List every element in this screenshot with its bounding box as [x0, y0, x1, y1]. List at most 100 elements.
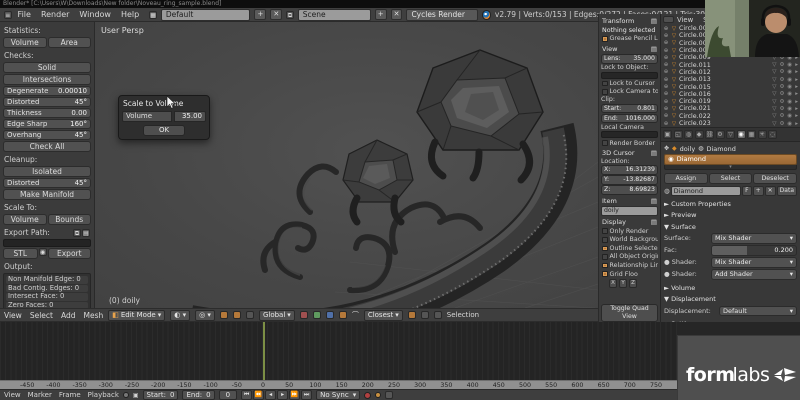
mode-selector[interactable]: ◧Edit Mode▾	[108, 310, 165, 321]
outliner-item[interactable]: ⊕▽Circle.021▽⚙◉▸	[663, 105, 798, 112]
clip-start-value[interactable]: 0.801	[637, 105, 655, 113]
visibility-icon[interactable]: ◉	[787, 106, 792, 112]
export-button[interactable]: Export	[48, 248, 91, 259]
new-material-button[interactable]: +	[753, 186, 764, 196]
grid-axis-x[interactable]: X	[609, 279, 617, 288]
select-icon[interactable]: ▸	[795, 84, 798, 90]
check-setting-distorted[interactable]: Distorted45°	[3, 178, 91, 188]
delete-layout-button[interactable]: ✕	[270, 9, 282, 20]
modifier-icon[interactable]: ▽	[772, 113, 776, 119]
volume-button[interactable]: Volume	[3, 37, 47, 48]
display-header[interactable]: Display	[602, 218, 626, 226]
display-option-relationship-lines[interactable]: Relationship Lines	[601, 261, 658, 270]
expand-icon[interactable]: ⊕	[663, 55, 669, 61]
display-option-outline-selected[interactable]: Outline Selected	[601, 244, 658, 253]
particles-tab-icon[interactable]: ✳	[758, 130, 767, 139]
shader1-selector[interactable]: Mix Shader▾	[711, 257, 797, 268]
outliner-item[interactable]: ⊕▽Circle.023▽⚙◉▸	[663, 120, 798, 127]
displacement-selector[interactable]: Default▾	[719, 306, 797, 317]
render-border-checkbox[interactable]	[602, 140, 608, 146]
display-option-grid-floo[interactable]: Grid Floo	[601, 270, 658, 279]
check-setting-thickness[interactable]: Thickness0.00	[3, 108, 91, 118]
pivot-selector[interactable]: ◎ ▾	[195, 310, 215, 321]
expand-icon[interactable]: ⊕	[663, 33, 669, 39]
expand-icon[interactable]: ⊕	[663, 106, 669, 112]
face-select-button[interactable]	[246, 311, 254, 319]
viewport-menu-mesh[interactable]: Mesh	[83, 311, 103, 320]
scale-bounds-button[interactable]: Bounds	[48, 214, 92, 225]
make-manifold-button[interactable]: Make Manifold	[3, 189, 91, 200]
cursor-z-value[interactable]: 8.69823	[629, 186, 655, 194]
area-button[interactable]: Area	[48, 37, 92, 48]
viewport-menu-add[interactable]: Add	[61, 311, 76, 320]
modifier-icon[interactable]: ▽	[772, 77, 776, 83]
grease-pencil-checkbox[interactable]	[602, 36, 608, 42]
cursor-y-value[interactable]: -13.82687	[623, 176, 655, 184]
item-name-input[interactable]: doily	[601, 206, 658, 216]
select-button[interactable]: Select	[709, 173, 753, 184]
visibility-icon[interactable]: ◉	[787, 69, 792, 75]
clip-end-value[interactable]: 1016.000	[625, 115, 655, 123]
scene-tab-icon[interactable]: ◱	[674, 130, 683, 139]
check-setting-degenerate[interactable]: Degenerate0.00010	[3, 86, 91, 96]
magnet-icon[interactable]: ⌒	[352, 310, 359, 320]
texture-tab-icon[interactable]: ▦	[747, 130, 756, 139]
modifier-icon[interactable]: ▽	[772, 91, 776, 97]
add-scene-button[interactable]: +	[375, 9, 387, 20]
expand-icon[interactable]: ⊕	[663, 84, 669, 90]
keying-icon[interactable]	[385, 391, 393, 399]
add-layout-button[interactable]: +	[254, 9, 266, 20]
cursor-3d-header[interactable]: 3D Cursor	[602, 149, 635, 157]
outliner-item[interactable]: ⊕▽Circle.019▽⚙◉▸	[663, 98, 798, 105]
panel-menu-icon[interactable]: ▤	[651, 17, 657, 25]
check-all-button[interactable]: Check All	[3, 141, 91, 152]
snap-element-selector[interactable]: Closest▾	[364, 310, 403, 321]
view-section-header[interactable]: View	[602, 45, 617, 53]
expand-icon[interactable]: ⊕	[663, 40, 669, 46]
checkbox[interactable]	[602, 237, 608, 243]
modifier-icon[interactable]: ▽	[772, 62, 776, 68]
record-button[interactable]	[364, 392, 371, 399]
checkbox[interactable]	[602, 228, 608, 234]
toggle-quad-view-button[interactable]: Toggle Quad View	[601, 304, 658, 322]
menu-help[interactable]: Help	[121, 10, 139, 19]
physics-tab-icon[interactable]: ◌	[768, 130, 777, 139]
expand-icon[interactable]: ⊕	[663, 62, 669, 68]
modifier-icon[interactable]: ▽	[772, 99, 776, 105]
visibility-icon[interactable]: ◉	[787, 77, 792, 83]
frame-end-field[interactable]: End:0	[182, 390, 214, 400]
expand-icon[interactable]: ⊕	[663, 113, 669, 119]
viewport-menu-view[interactable]: View	[4, 311, 22, 320]
display-option-only-render[interactable]: Only Render	[601, 227, 658, 236]
timeline-ruler[interactable]: -450-400-350-300-250-200-150-100-5005010…	[0, 380, 677, 389]
outliner-item[interactable]: ⊕▽Circle.012▽⚙◉▸	[663, 69, 798, 76]
wrench-icon[interactable]: ⚙	[779, 62, 784, 68]
rotate-manipulator-icon[interactable]	[313, 311, 321, 319]
prev-keyframe-button[interactable]: ⏪	[253, 390, 264, 400]
visibility-icon[interactable]: ◉	[787, 91, 792, 97]
outliner-item[interactable]: ⊕▽Circle.016▽⚙◉▸	[663, 91, 798, 98]
select-icon[interactable]: ▸	[795, 91, 798, 97]
assign-button[interactable]: Assign	[664, 173, 708, 184]
copy-icon[interactable]: ⧉	[73, 229, 81, 237]
modifier-icon[interactable]: ▽	[772, 69, 776, 75]
expand-icon[interactable]: ⊕	[663, 99, 669, 105]
select-icon[interactable]: ▸	[795, 69, 798, 75]
fac-slider[interactable]: 0.200	[711, 245, 797, 256]
wrench-icon[interactable]: ⚙	[779, 91, 784, 97]
grid-axis-y[interactable]: Y	[619, 279, 627, 288]
data-tab-icon[interactable]: ▽	[726, 130, 735, 139]
constraints-tab-icon[interactable]: ⛓	[705, 130, 714, 139]
browse-material-icon[interactable]: ◍	[664, 187, 670, 195]
expand-icon[interactable]: ⊕	[663, 77, 669, 83]
lock-to-cursor-checkbox[interactable]	[602, 81, 608, 87]
select-icon[interactable]: ▸	[795, 113, 798, 119]
transform-header[interactable]: Transform	[602, 17, 634, 25]
surface-section[interactable]: ▼ Surface	[664, 220, 797, 232]
grid-axis-z[interactable]: Z	[629, 279, 637, 288]
visibility-icon[interactable]: ◉	[787, 84, 792, 90]
editor-type-icon[interactable]: ≡	[4, 11, 12, 19]
volume-section[interactable]: ► Volume	[664, 281, 797, 293]
layout-selector[interactable]: Default	[161, 9, 251, 21]
wrench-icon[interactable]: ⚙	[779, 106, 784, 112]
